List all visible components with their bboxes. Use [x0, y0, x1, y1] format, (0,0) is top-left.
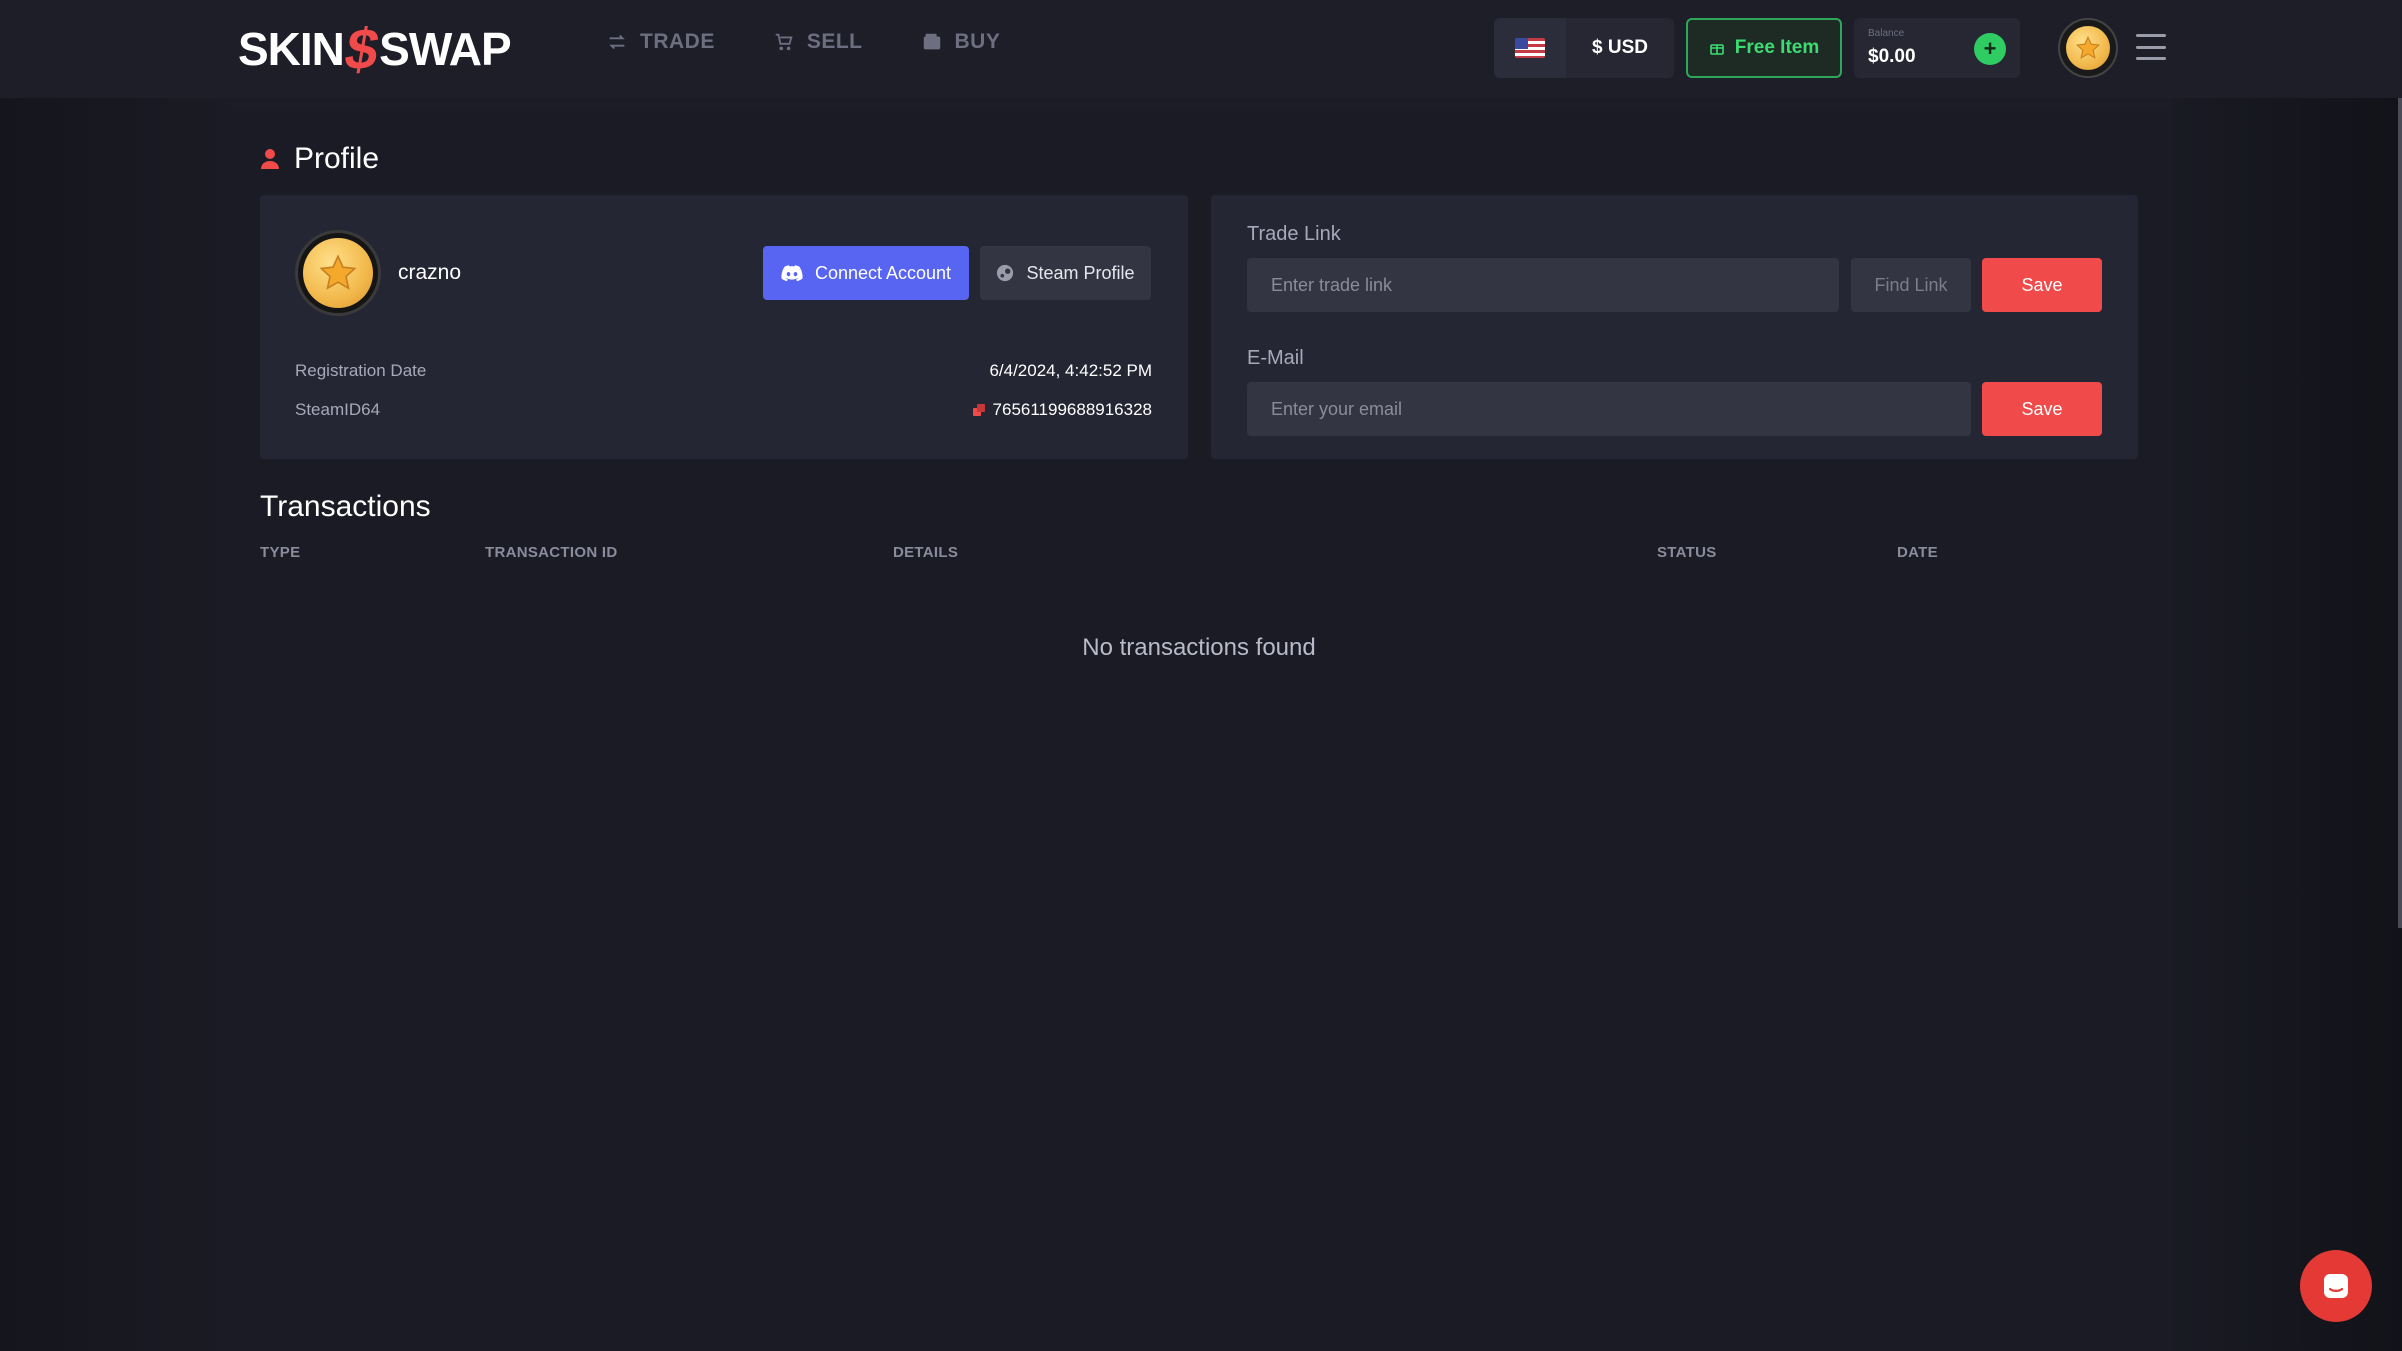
balance-caption: Balance	[1868, 28, 1905, 39]
page-title: Profile	[260, 142, 379, 176]
flag-box	[1494, 18, 1566, 78]
logo-text-left: SKIN	[238, 23, 345, 75]
registration-date-label: Registration Date	[295, 361, 427, 380]
user-avatar[interactable]	[2058, 18, 2118, 78]
connect-account-label: Connect Account	[814, 262, 952, 283]
connect-account-button[interactable]: Connect Account	[763, 246, 969, 300]
user-icon	[261, 149, 279, 169]
steamid-label: SteamID64	[295, 400, 381, 419]
steamid-text: 76561199688916328	[992, 400, 1152, 419]
profile-avatar	[295, 230, 381, 316]
column-header-transaction-id: TRANSACTION ID	[485, 544, 618, 561]
email-label: E-Mail	[1247, 347, 1304, 369]
chat-support-button[interactable]	[2300, 1250, 2372, 1322]
find-link-button[interactable]: Find Link	[1851, 258, 1971, 312]
balance-value: $0.00	[1868, 46, 1916, 67]
transactions-empty-message: No transactions found	[1082, 634, 1316, 661]
gift-icon	[1709, 44, 1724, 55]
free-item-button[interactable]: Free Item	[1686, 18, 1842, 78]
save-trade-link-button[interactable]: Save	[1982, 258, 2102, 312]
column-header-type: TYPE	[260, 544, 301, 561]
site-logo[interactable]: SKIN $ SWAP	[238, 17, 512, 82]
top-header: SKIN $ SWAP TRADE SELL BUY $ USD Free Item…	[0, 0, 2402, 98]
username: crazno	[398, 261, 462, 284]
balance-widget: Balance $0.00 +	[1854, 18, 2020, 78]
transactions-title: Transactions	[260, 490, 431, 523]
profile-card: crazno Connect Account Steam Profile Reg…	[260, 195, 1188, 459]
hamburger-menu-icon[interactable]	[2136, 34, 2166, 60]
add-balance-button[interactable]: +	[1974, 33, 2006, 65]
settings-card: Trade Link Find Link Save E-Mail Save	[1211, 195, 2138, 459]
trade-link-input[interactable]	[1247, 258, 1839, 312]
email-input[interactable]	[1247, 382, 1971, 436]
main-nav: TRADE SELL BUY	[606, 30, 1000, 54]
discord-icon	[781, 264, 803, 281]
nav-label-sell: SELL	[806, 30, 863, 53]
wallet-icon	[923, 33, 940, 50]
background-left	[0, 0, 230, 1351]
profile-title-text: Profile	[294, 142, 380, 175]
us-flag-icon	[1515, 38, 1545, 58]
column-header-details: DETAILS	[893, 544, 959, 561]
currency-label: $ USD	[1592, 37, 1648, 58]
steamid-value[interactable]: 76561199688916328	[972, 400, 1152, 420]
logo-text-right: SWAP	[379, 23, 511, 75]
logo-mark: $	[340, 16, 383, 82]
avatar-coin-icon	[2066, 26, 2110, 70]
steam-profile-label: Steam Profile	[1026, 262, 1135, 283]
nav-item-trade[interactable]: TRADE	[606, 30, 715, 54]
scrollbar[interactable]	[2398, 98, 2402, 928]
nav-label-trade: TRADE	[640, 30, 715, 53]
copy-icon[interactable]	[972, 404, 985, 416]
save-email-button[interactable]: Save	[1982, 382, 2102, 436]
trade-link-label: Trade Link	[1247, 223, 1341, 245]
trade-arrows-icon	[609, 34, 625, 50]
cart-icon	[775, 33, 793, 51]
nav-item-sell[interactable]: SELL	[773, 30, 863, 54]
free-item-label: Free Item	[1734, 37, 1820, 58]
background-right	[2172, 0, 2402, 1351]
steam-icon	[997, 264, 1014, 282]
star-icon	[2075, 35, 2101, 59]
registration-date-value: 6/4/2024, 4:42:52 PM	[989, 361, 1152, 381]
registration-date-text: 6/4/2024, 4:42:52 PM	[989, 361, 1152, 380]
star-icon	[319, 254, 357, 290]
nav-label-buy: BUY	[954, 30, 1001, 53]
steam-profile-button[interactable]: Steam Profile	[980, 246, 1151, 300]
currency-selector[interactable]: $ USD	[1494, 18, 1674, 78]
profile-coin-icon	[303, 238, 373, 308]
chat-icon	[2324, 1274, 2348, 1298]
column-header-date: DATE	[1897, 544, 1938, 561]
nav-item-buy[interactable]: BUY	[921, 30, 1001, 54]
column-header-status: STATUS	[1657, 544, 1717, 561]
